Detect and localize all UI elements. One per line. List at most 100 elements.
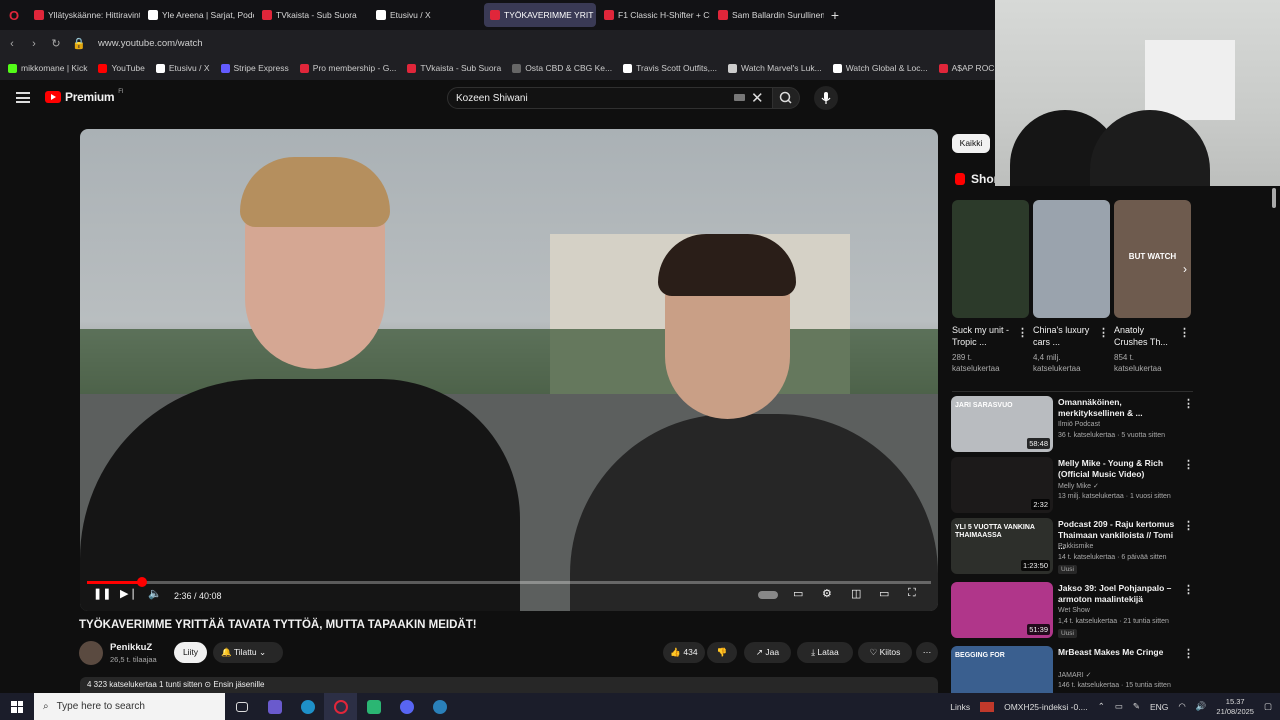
subtitles-icon[interactable]: ▭ [793, 587, 803, 600]
keyboard-icon[interactable] [734, 94, 745, 101]
share-button[interactable]: ↗ Jaa [744, 642, 791, 663]
edge-icon[interactable] [291, 693, 324, 720]
seek-bar-handle[interactable] [136, 577, 147, 587]
short-title[interactable]: Anatoly Crushes Th... [1114, 324, 1176, 348]
bookmark-item[interactable]: TVkaista - Sub Suora [407, 63, 501, 73]
steam-icon[interactable] [423, 693, 456, 720]
short-thumbnail[interactable] [1033, 200, 1110, 318]
opera-taskbar-icon[interactable] [324, 693, 357, 720]
description-box[interactable]: 4 323 katselukertaa 1 tunti sitten ⊙ Ens… [80, 677, 938, 693]
recommended-title[interactable]: Melly Mike - Young & Rich (Official Musi… [1058, 458, 1178, 480]
chip-all[interactable]: Kaikki [952, 134, 990, 153]
language-indicator[interactable]: ENG [1150, 702, 1168, 712]
channel-name[interactable]: PenikkuZ [110, 642, 152, 653]
subscribed-button[interactable]: 🔔 Tilattu ⌄ [213, 642, 283, 663]
channel-avatar[interactable] [79, 641, 103, 665]
reload-icon[interactable]: ↻ [50, 37, 62, 50]
menu-icon[interactable] [16, 92, 30, 103]
recommended-thumbnail[interactable]: 51:39 [951, 582, 1053, 638]
network-icon[interactable]: ▭ [1115, 701, 1123, 712]
taskbar-search[interactable]: ⌕ Type here to search [34, 693, 225, 720]
wifi-icon[interactable]: ◠ [1178, 701, 1185, 712]
pause-icon[interactable]: ❚❚ [93, 587, 111, 600]
next-icon[interactable]: ▶❘ [120, 587, 138, 600]
fullscreen-icon[interactable]: ⛶ [908, 587, 916, 600]
bookmark-item[interactable]: Pro membership - G... [299, 63, 396, 73]
more-options-icon[interactable]: ⋮ [1183, 583, 1194, 596]
short-thumbnail[interactable] [952, 200, 1029, 318]
browser-tab[interactable]: Yle Areena | Sarjat, Podca [142, 3, 254, 27]
start-button[interactable] [0, 693, 34, 720]
recommended-channel[interactable]: Pakkismike [1058, 543, 1093, 550]
recommended-title[interactable]: Omannäköinen, merkityksellinen & ... [1058, 397, 1178, 419]
opera-menu-icon[interactable]: O [0, 0, 28, 30]
bookmark-item[interactable]: YouTube [98, 63, 145, 73]
widgets-icon[interactable] [258, 693, 291, 720]
pen-icon[interactable]: ✎ [1133, 701, 1140, 712]
recommended-thumbnail[interactable]: JARI SARASVUO 58:48 [951, 396, 1053, 452]
discord-icon[interactable] [390, 693, 423, 720]
youtube-logo[interactable]: Premium FI [45, 89, 124, 104]
more-options-icon[interactable]: ⋮ [1098, 326, 1109, 339]
more-actions-button[interactable]: ⋯ [916, 642, 938, 663]
bookmark-item[interactable]: Watch Marvel's Luk... [728, 63, 822, 73]
search-input[interactable]: Kozeen Shiwani [447, 87, 773, 109]
browser-tab[interactable]: Yllätyskäänne: Hittiravint [28, 3, 140, 27]
search-button[interactable] [772, 87, 800, 109]
bookmark-item[interactable]: Travis Scott Outfits,... [623, 63, 717, 73]
browser-tab[interactable]: F1 Classic H-Shifter + Clu [598, 3, 710, 27]
more-options-icon[interactable]: ⋮ [1179, 326, 1190, 339]
more-options-icon[interactable]: ⋮ [1017, 326, 1028, 339]
recommended-thumbnail[interactable]: YLI 5 VUOTTA VANKINA THAIMAASSA 1:23:50 [951, 518, 1053, 574]
browser-tab[interactable]: TVkaista - Sub Suora [256, 3, 368, 27]
browser-tab[interactable]: Etusivu / X [370, 3, 482, 27]
like-button[interactable]: 👍 434 [663, 642, 705, 663]
more-options-icon[interactable]: ⋮ [1183, 397, 1194, 410]
short-thumbnail[interactable]: BUT WATCH [1114, 200, 1191, 318]
chevron-up-icon[interactable]: ⌃ [1098, 701, 1105, 712]
join-button[interactable]: Liity [174, 642, 207, 663]
more-options-icon[interactable]: ⋮ [1183, 458, 1194, 471]
voice-search-button[interactable] [814, 86, 838, 110]
clock[interactable]: 15.37 21/08/2025 [1216, 697, 1254, 717]
recommended-title[interactable]: MrBeast Makes Me Cringe [1058, 647, 1178, 658]
new-tab-button[interactable]: + [824, 7, 846, 23]
browser-tab[interactable]: Sam Ballardin Surullinen [712, 3, 824, 27]
browser-tab[interactable]: TYÖKAVERIMME YRIT [484, 3, 596, 27]
more-options-icon[interactable]: ⋮ [1183, 519, 1194, 532]
links-toolbar[interactable]: Links [950, 702, 970, 712]
short-title[interactable]: Suck my unit - Tropic ... [952, 324, 1014, 348]
url-field[interactable]: www.youtube.com/watch [98, 38, 203, 49]
recommended-title[interactable]: Jakso 39: Joel Pohjanpalo – armoton maal… [1058, 583, 1178, 605]
thanks-button[interactable]: ♡ Kiitos [858, 642, 912, 663]
short-title[interactable]: China's luxury cars ... [1033, 324, 1095, 348]
download-button[interactable]: ⤓ Lataa [797, 642, 853, 663]
volume-tray-icon[interactable]: 🔊 [1196, 701, 1207, 712]
scrollbar-thumb[interactable] [1272, 188, 1276, 208]
stock-ticker[interactable]: OMXH25-indeksi -0.... [1004, 702, 1088, 712]
bookmark-item[interactable]: Osta CBD & CBG Ke... [512, 63, 612, 73]
recommended-thumbnail[interactable]: 2:32 [951, 457, 1053, 513]
task-view-icon[interactable] [225, 693, 258, 720]
notifications-icon[interactable]: ▢ [1264, 701, 1272, 712]
bookmark-item[interactable]: Etusivu / X [155, 63, 210, 73]
bookmark-item[interactable]: A$AP ROCKY x PU... [938, 63, 995, 73]
more-options-icon[interactable]: ⋮ [1183, 647, 1194, 660]
shorts-next-icon[interactable]: › [1183, 262, 1187, 276]
settings-icon[interactable]: ⚙ [822, 587, 832, 600]
autoplay-toggle[interactable] [758, 591, 778, 599]
forward-icon[interactable]: › [28, 38, 40, 50]
recommended-channel[interactable]: Ilmiö Podcast [1058, 421, 1100, 428]
page-scrollbar[interactable] [1271, 186, 1277, 691]
bookmark-item[interactable]: Watch Global & Loc... [832, 63, 928, 73]
back-icon[interactable]: ‹ [6, 38, 18, 50]
bookmark-item[interactable]: mikkomane | Kick [8, 63, 87, 73]
seek-bar[interactable] [87, 577, 931, 587]
dislike-button[interactable]: 👎 [707, 642, 737, 663]
miniplayer-icon[interactable]: ◫ [851, 587, 861, 600]
bookmark-item[interactable]: Stripe Express [220, 63, 289, 73]
recommended-channel[interactable]: Wet Show [1058, 607, 1090, 614]
recommended-channel[interactable]: Melly Mike ✓ [1058, 482, 1099, 490]
volume-icon[interactable]: 🔈 [148, 587, 162, 600]
theater-mode-icon[interactable]: ▭ [879, 587, 889, 600]
